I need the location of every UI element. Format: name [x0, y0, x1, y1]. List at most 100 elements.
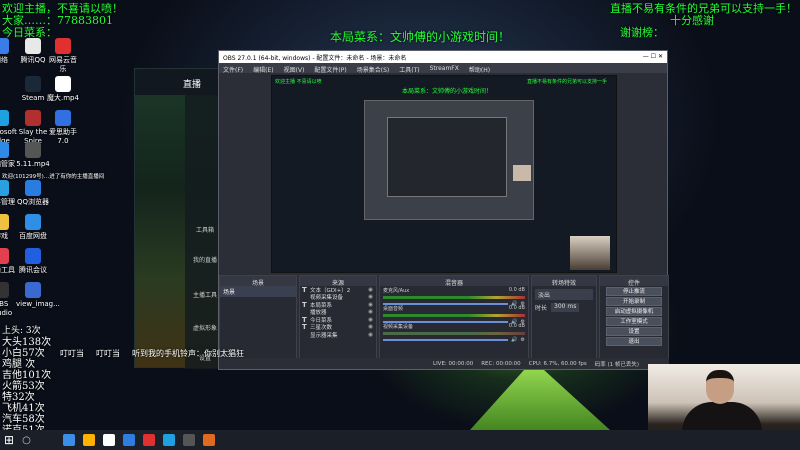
danmaku-item: 听到我的手机铃声：你别太猖狂	[132, 349, 244, 358]
exit-button[interactable]: 退出	[606, 337, 662, 346]
text-source-icon: T	[302, 323, 307, 332]
app-icon	[55, 110, 71, 126]
menu-file[interactable]: 文件(F)	[223, 65, 243, 74]
search-icon[interactable]: ○	[22, 435, 31, 446]
gift-counter: 大头138次	[2, 337, 52, 348]
desktop-icon[interactable]: view_imag...	[16, 282, 60, 309]
desktop-icon[interactable]: Steam	[16, 76, 50, 103]
duration-input[interactable]: 300 ms	[551, 303, 580, 312]
obs-preview[interactable]: 欢迎主播 不喜请以喷 本局菜系：文帅傅的小游戏时间！ 直播不易有条件的兄弟可以支…	[271, 75, 617, 273]
desktop-icon-label: 腾讯会议	[19, 266, 47, 274]
desktop-icon-label: Steam	[21, 94, 45, 102]
desktop-icon[interactable]: 腾讯会议	[16, 248, 50, 275]
channel-name: 视频采集设备	[383, 324, 414, 330]
desktop-icon[interactable]: 百度网盘	[16, 214, 50, 241]
desktop-icon-label: QQ浏览器	[16, 198, 50, 206]
preview-webcam	[570, 236, 610, 270]
start-recording-button[interactable]: 开始录制	[606, 297, 662, 306]
speaker-icon[interactable]: 🔊	[511, 337, 517, 343]
menu-help[interactable]: 帮助(H)	[469, 65, 490, 74]
taskbar-app-icon[interactable]	[202, 434, 215, 446]
visibility-eye-icon[interactable]: ◉	[368, 287, 373, 293]
source-row[interactable]: 显示器采集 ◉	[300, 331, 376, 339]
visibility-eye-icon[interactable]: ◉	[368, 302, 373, 308]
transition-select[interactable]: 淡出	[535, 289, 593, 300]
volume-slider[interactable]	[383, 339, 509, 341]
desktop-icon[interactable]: Slay the Spire	[16, 110, 50, 146]
app-icon	[25, 282, 41, 298]
desktop-icon[interactable]: 魔大.mp4	[46, 76, 80, 103]
app-icon	[0, 248, 9, 264]
channel-level: 0.0 dB	[508, 287, 525, 293]
menu-profile[interactable]: 配置文件(P)	[314, 65, 346, 74]
scenes-header: 场景	[220, 276, 296, 287]
windows-start-icon[interactable]: ⊞	[4, 433, 14, 447]
obs-menu-bar: 文件(F) 编辑(E) 视图(V) 配置文件(P) 场景集合(S) 工具(T) …	[219, 63, 667, 74]
desktop-icon-label: 腾讯QQ	[20, 56, 46, 64]
visibility-eye-icon[interactable]: ◉	[368, 332, 373, 338]
menu-edit[interactable]: 编辑(E)	[253, 65, 273, 74]
desktop-icon-label: 5.11.mp4	[16, 160, 50, 168]
start-virtual-camera-button[interactable]: 启动虚拟摄像机	[606, 307, 662, 316]
taskbar-app-icon[interactable]	[182, 434, 195, 446]
app-icon	[25, 180, 41, 196]
center-banner: 本局菜系：文帅傅的小游戏时间！	[330, 30, 511, 44]
desktop-icon[interactable]: QQ浏览器	[16, 180, 50, 207]
status-live: LIVE: 00:00:00	[433, 360, 474, 367]
recursive-preview-inner	[387, 117, 507, 197]
mixer-panel: 混音器 麦克风/Aux 0.0 dB 🔊 ⚙ 桌面音频 0.0 dB 🔊 ⚙ 视频采集设备 0.0…	[379, 275, 529, 359]
mixer-channel: 桌面音频 0.0 dB 🔊 ⚙	[380, 304, 528, 325]
stop-streaming-button[interactable]: 停止推流	[606, 287, 662, 296]
window-controls[interactable]: — ☐ ✕	[643, 53, 663, 61]
gift-counter: 火箭53次	[2, 381, 45, 392]
live-streaming-app[interactable]: 直播 工具箱 我的直播 主播工具 虚拟形象 设置	[134, 68, 225, 369]
sources-list: T 文本（GDI+）2 ◉ 视频采集设备 ◉ T 本局菜系 ◉ 播放器 ◉ T 今日菜系 ◉ T 三星次数 ◉…	[300, 286, 376, 339]
visibility-eye-icon[interactable]: ◉	[368, 309, 373, 315]
duration-label: 时长	[535, 305, 548, 312]
desktop-icon[interactable]: 爱思助手7.0	[46, 110, 80, 146]
desktop-icon[interactable]: 腾讯QQ	[16, 38, 50, 65]
volume-meter	[383, 332, 525, 335]
taskbar-app-icon[interactable]	[122, 434, 135, 446]
desktop-notice: 欢迎(101299号)…进了有你的主播直播间	[2, 174, 105, 180]
app-icon	[0, 38, 9, 54]
visibility-eye-icon[interactable]: ◉	[368, 317, 373, 323]
gift-counter: 鸡腿 次	[2, 359, 36, 370]
scene-item[interactable]: 场景	[220, 286, 296, 297]
menu-tools[interactable]: 工具(T)	[399, 65, 419, 74]
gift-counter-list: 上头: 3次 大头138次 小白57次 鸡腿 次吉他101次 火箭53次 特32次 飞机4…	[2, 326, 51, 436]
menu-streamfx[interactable]: StreamFX	[430, 65, 459, 72]
transition-panel: 转场特效 淡出 时长 300 ms	[531, 275, 597, 359]
app-icon	[25, 110, 41, 126]
gift-counter: 飞机41次	[2, 403, 45, 414]
visibility-eye-icon[interactable]: ◉	[368, 294, 373, 300]
taskbar-app-icon[interactable]	[82, 434, 95, 446]
visibility-eye-icon[interactable]: ◉	[368, 324, 373, 330]
studio-mode-button[interactable]: 工作室模式	[606, 317, 662, 326]
danmaku-item: 叮叮当	[60, 349, 84, 358]
app-icon	[25, 76, 41, 92]
gift-list-top: 上头: 3次	[2, 326, 41, 336]
taskbar-app-icon[interactable]	[142, 434, 155, 446]
settings-button[interactable]: 设置	[606, 327, 662, 336]
taskbar-app-icon[interactable]	[162, 434, 175, 446]
gear-icon[interactable]: ⚙	[521, 337, 525, 343]
desktop-icon[interactable]: 网易云音乐	[46, 38, 80, 74]
desktop: 欢迎主播，不喜请以喷！ 大家……：77883801 今日菜系： 本局菜系：文帅傅…	[0, 0, 800, 450]
taskbar-app-icon[interactable]	[62, 434, 75, 446]
app-icon	[55, 38, 71, 54]
obs-title-bar: OBS 27.0.1 (64-bit, windows) - 配置文件：未命名 …	[219, 51, 667, 63]
desktop-icon-label: 魔大.mp4	[47, 94, 79, 102]
app-icon	[25, 248, 41, 264]
menu-view[interactable]: 视图(V)	[284, 65, 305, 74]
app-icon	[0, 142, 9, 158]
menu-scene-collection[interactable]: 场景集合(S)	[357, 65, 390, 74]
app-icon	[25, 38, 41, 54]
channel-level: 0.0 dB	[508, 305, 525, 311]
taskbar-app-icon[interactable]	[102, 434, 115, 446]
taskbar-apps	[62, 434, 215, 446]
desktop-icon[interactable]: 5.11.mp4	[16, 142, 50, 169]
obs-window[interactable]: OBS 27.0.1 (64-bit, windows) - 配置文件：未命名 …	[218, 50, 669, 370]
volume-meter	[383, 296, 525, 299]
preview-overlay-3: 直播不易有条件的兄弟可以支持一手	[527, 79, 608, 85]
